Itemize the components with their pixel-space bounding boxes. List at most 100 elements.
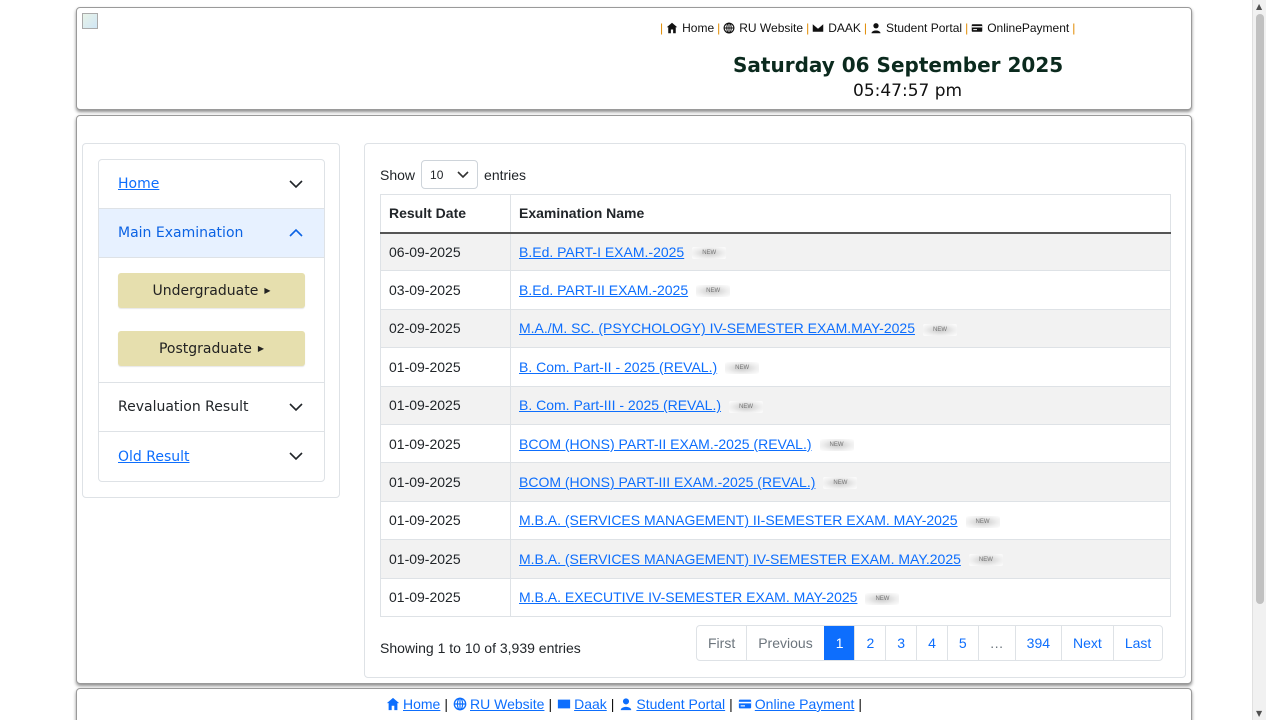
pagination-page-2[interactable]: 2 [854, 626, 885, 660]
new-badge-icon: NEW [819, 438, 854, 451]
pagination-next[interactable]: Next [1061, 626, 1113, 660]
envelope-icon [557, 699, 571, 709]
examination-name-cell: B. Com. Part-II - 2025 (REVAL.) NEW [510, 347, 1171, 387]
header: | Home | RU Website | DAAK | Student Por… [76, 7, 1192, 110]
scroll-down-icon[interactable]: ▼ [1256, 709, 1262, 718]
footer-link-student-portal[interactable]: Student Portal [618, 696, 725, 712]
top-nav-ru-website[interactable]: RU Website [723, 21, 803, 35]
examination-name-cell: BCOM (HONS) PART-II EXAM.-2025 (REVAL.) N… [510, 423, 1171, 464]
envelope-icon [812, 24, 824, 32]
examination-link[interactable]: BCOM (HONS) PART-III EXAM.-2025 (REVAL.) [519, 474, 815, 490]
examination-name-cell: B.Ed. PART-I EXAM.-2025 NEW [510, 231, 1171, 272]
top-nav-home[interactable]: Home [666, 21, 714, 35]
pagination-page-394[interactable]: 394 [1014, 626, 1061, 660]
sidebar-item-label: Revaluation Result [118, 399, 249, 415]
result-date-cell: 02-09-2025 [380, 308, 511, 349]
logo-image [82, 13, 98, 29]
card-icon [738, 699, 751, 709]
result-date-cell: 01-09-2025 [380, 423, 511, 464]
sidebar-item-main-examination[interactable]: Main Examination [99, 209, 324, 258]
main-panel: Home Main Examination Undergraduate ▶ Pos… [76, 115, 1192, 684]
entries-select[interactable]: 10 [421, 160, 479, 189]
table-row: 01-09-2025 B. Com. Part-III - 2025 (REVAL… [380, 385, 1171, 425]
column-header-result-date[interactable]: Result Date [380, 194, 511, 234]
table-row: 03-09-2025 B.Ed. PART-II EXAM.-2025 NEW [380, 270, 1171, 310]
examination-link[interactable]: B.Ed. PART-II EXAM.-2025 [519, 282, 688, 298]
table-row: 01-09-2025 B. Com. Part-II - 2025 (REVAL.… [380, 347, 1171, 387]
top-nav-daak[interactable]: DAAK [812, 21, 861, 35]
sidebar-item-label: Main Examination [118, 225, 244, 241]
sidebar-item-label[interactable]: Home [118, 176, 159, 192]
current-date: Saturday 06 September 2025 [733, 53, 1064, 77]
home-icon [386, 697, 400, 711]
user-icon [621, 698, 632, 711]
examination-name-cell: B. Com. Part-III - 2025 (REVAL.) NEW [510, 385, 1171, 425]
user-icon [871, 23, 881, 34]
chevron-down-icon [288, 176, 304, 192]
pagination-page-5[interactable]: 5 [946, 626, 978, 660]
new-badge-icon: NEW [965, 515, 1000, 528]
pagination-previous[interactable]: Previous [746, 626, 823, 660]
new-badge-icon: NEW [823, 477, 858, 490]
footer-link-ru-website[interactable]: RU Website [452, 696, 544, 712]
scroll-up-icon[interactable]: ▲ [1256, 2, 1262, 11]
globe-icon [723, 22, 735, 34]
sidebar-item-home[interactable]: Home [99, 160, 324, 209]
sidebar-item-old-result[interactable]: Old Result [99, 432, 324, 481]
examination-link[interactable]: M.B.A. EXECUTIVE IV-SEMESTER EXAM. MAY-2… [519, 589, 857, 605]
examination-name-cell: M.B.A. EXECUTIVE IV-SEMESTER EXAM. MAY-2… [510, 577, 1171, 617]
results-table: Result Date Examination Name 06-09-2025 B… [380, 194, 1171, 617]
scrollbar-thumb[interactable] [1256, 14, 1264, 604]
globe-icon [453, 697, 467, 711]
examination-link[interactable]: B. Com. Part-II - 2025 (REVAL.) [519, 359, 717, 375]
postgraduate-button[interactable]: Postgraduate ▶ [118, 331, 305, 366]
footer-link-home[interactable]: Home [385, 696, 440, 712]
pagination-page-1[interactable]: 1 [823, 626, 855, 660]
chevron-down-icon [457, 171, 469, 179]
result-date-cell: 01-09-2025 [380, 347, 511, 387]
footer: Home | RU Website | Daak | Student Porta… [76, 688, 1192, 720]
table-row: 01-09-2025 M.B.A. (SERVICES MANAGEMENT) I… [380, 539, 1171, 579]
footer-link-daak[interactable]: Daak [556, 696, 607, 712]
table-row: 06-09-2025 B.Ed. PART-I EXAM.-2025 NEW [380, 231, 1171, 272]
undergraduate-button[interactable]: Undergraduate ▶ [118, 273, 305, 308]
table-row: 01-09-2025 M.B.A. EXECUTIVE IV-SEMESTER E… [380, 577, 1171, 617]
result-date-cell: 06-09-2025 [380, 231, 511, 272]
examination-link[interactable]: B. Com. Part-III - 2025 (REVAL.) [519, 397, 721, 413]
examination-link[interactable]: B.Ed. PART-I EXAM.-2025 [519, 244, 684, 260]
table-body: 06-09-2025 B.Ed. PART-I EXAM.-2025 NEW 03-0… [380, 231, 1171, 617]
sidebar-item-label[interactable]: Old Result [118, 449, 190, 465]
new-badge-icon: NEW [696, 285, 731, 298]
current-time: 05:47:57 pm [853, 81, 963, 101]
footer-nav: Home | RU Website | Daak | Student Porta… [385, 696, 866, 712]
examination-link[interactable]: M.B.A. (SERVICES MANAGEMENT) IV-SEMESTER… [519, 551, 961, 567]
card-icon [971, 24, 983, 32]
pagination-first[interactable]: First [697, 626, 746, 660]
top-nav-student-portal[interactable]: Student Portal [870, 21, 962, 35]
result-date-cell: 01-09-2025 [380, 539, 511, 579]
new-badge-icon: NEW [968, 554, 1003, 567]
column-header-examination-name[interactable]: Examination Name [510, 194, 1171, 234]
new-badge-icon: NEW [725, 362, 760, 375]
examination-link[interactable]: M.A./M. SC. (PSYCHOLOGY) IV-SEMESTER EXA… [519, 320, 915, 336]
caret-right-icon: ▶ [257, 344, 265, 353]
sidebar-item-revaluation-result[interactable]: Revaluation Result [99, 383, 324, 432]
result-date-cell: 01-09-2025 [380, 462, 511, 502]
table-info: Showing 1 to 10 of 3,939 entries [380, 640, 581, 656]
home-icon [666, 22, 678, 34]
caret-right-icon: ▶ [264, 286, 271, 295]
entries-control: Show 10 entries [380, 160, 526, 189]
main-examination-panel: Undergraduate ▶ Postgraduate ▶ [99, 258, 324, 383]
pagination-last[interactable]: Last [1112, 626, 1162, 660]
top-nav-online-payment[interactable]: OnlinePayment [971, 21, 1069, 35]
result-date-cell: 01-09-2025 [380, 577, 511, 617]
footer-link-online-payment[interactable]: Online Payment [737, 696, 854, 712]
page-scrollbar[interactable]: ▲ ▼ [1252, 0, 1266, 720]
examination-name-cell: B.Ed. PART-II EXAM.-2025 NEW [510, 270, 1171, 310]
new-badge-icon: NEW [692, 247, 727, 260]
pagination-ellipsis: … [977, 626, 1015, 660]
pagination-page-4[interactable]: 4 [916, 626, 947, 660]
examination-link[interactable]: BCOM (HONS) PART-II EXAM.-2025 (REVAL.) [519, 436, 812, 452]
pagination-page-3[interactable]: 3 [885, 626, 916, 660]
examination-link[interactable]: M.B.A. (SERVICES MANAGEMENT) II-SEMESTER… [519, 512, 958, 528]
